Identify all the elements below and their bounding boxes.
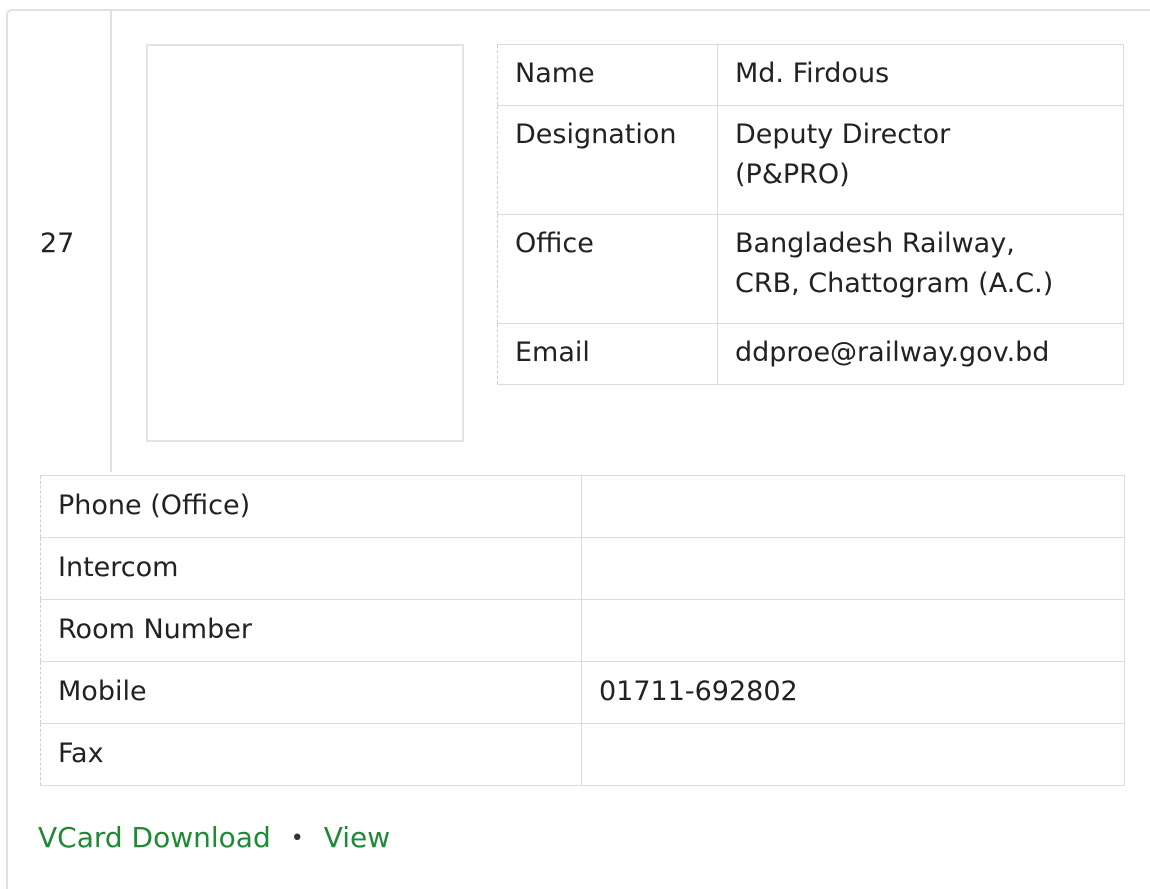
room-number-label: Room Number [40,599,582,662]
phone-office-label: Phone (Office) [40,475,582,538]
phone-office-value [581,475,1125,538]
intercom-value [581,537,1125,600]
table-row: Email ddproe@railway.gov.bd [497,323,1124,385]
table-row: Phone (Office) [40,475,1125,538]
office-label: Office [497,214,718,324]
designation-line: Deputy Director [735,119,951,150]
link-separator: • [290,826,304,851]
vcard-download-link[interactable]: VCard Download [38,821,271,854]
table-row: Intercom [40,537,1125,600]
view-link[interactable]: View [324,821,390,854]
email-label: Email [497,323,718,385]
mobile-label: Mobile [40,661,582,724]
card-links: VCard Download • View [38,818,390,859]
serial-divider [110,10,112,472]
designation-value: Deputy Director (P&PRO) [717,105,1124,215]
serial-number: 27 [40,228,75,259]
mobile-value: 01711-692802 [581,661,1125,724]
email-value: ddproe@railway.gov.bd [717,323,1124,385]
fax-label: Fax [40,723,582,786]
office-line: Bangladesh Railway, [735,228,1015,259]
designation-label: Designation [497,105,718,215]
fax-value [581,723,1125,786]
officer-photo [146,44,464,442]
name-label: Name [497,44,718,106]
name-value: Md. Firdous [717,44,1124,106]
table-row: Room Number [40,599,1125,662]
table-row: Office Bangladesh Railway, CRB, Chattogr… [497,214,1124,324]
office-value: Bangladesh Railway, CRB, Chattogram (A.C… [717,214,1124,324]
table-row: Mobile 01711-692802 [40,661,1125,724]
table-row: Fax [40,723,1125,786]
table-row: Name Md. Firdous [497,44,1124,106]
designation-line: (P&PRO) [735,159,850,190]
intercom-label: Intercom [40,537,582,600]
officer-info-table: Name Md. Firdous Designation Deputy Dire… [497,44,1124,385]
room-number-value [581,599,1125,662]
office-line: CRB, Chattogram (A.C.) [735,268,1054,299]
table-row: Designation Deputy Director (P&PRO) [497,105,1124,215]
officer-card: 27 Name Md. Firdous Designation Deputy D… [0,0,1150,889]
contact-table: Phone (Office) Intercom Room Number Mobi… [40,475,1125,786]
